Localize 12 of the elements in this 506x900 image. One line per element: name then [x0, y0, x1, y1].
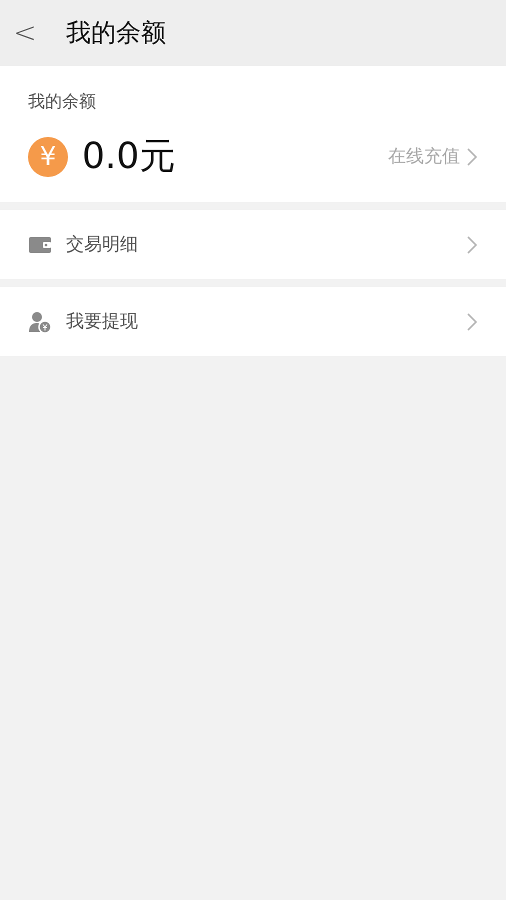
balance-label: 我的余额 [28, 91, 97, 114]
yuan-coin-icon: ¥ [28, 136, 68, 176]
back-button[interactable]: < [0, 0, 50, 66]
person-coin-icon [28, 310, 52, 334]
chevron-icon [466, 146, 478, 166]
menu-row[interactable]: 交易明细 [0, 210, 506, 279]
menu-row[interactable]: 我要提现 [0, 287, 506, 356]
wallet-icon [28, 234, 52, 254]
chevron-icon [466, 312, 478, 332]
balance-amount: 0.0元 [82, 134, 176, 178]
page-title: 我的余额 [66, 17, 166, 50]
chevron-icon [466, 234, 478, 254]
